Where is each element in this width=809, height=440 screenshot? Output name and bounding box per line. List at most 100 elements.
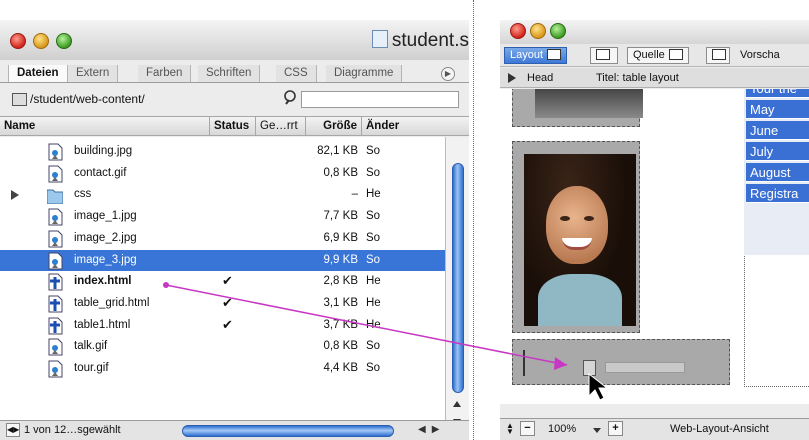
close-button[interactable] [10, 33, 26, 49]
file-list: building.jpg 82,1 KB So contact.gif 0,8 KB So… [0, 137, 445, 420]
column-size[interactable]: Größe [306, 117, 362, 135]
preview-button[interactable]: Vorscha [740, 49, 780, 61]
divider [473, 0, 474, 440]
column-name[interactable]: Name [0, 117, 210, 135]
file-row[interactable]: tour.gif 4,4 KB So [0, 358, 445, 380]
image-file-icon [48, 165, 63, 183]
site-folder-icon[interactable] [12, 93, 27, 106]
file-size: 0,8 KB [323, 340, 358, 353]
disclosure-triangle-icon[interactable] [508, 73, 516, 83]
horizontal-scroll-thumb[interactable] [182, 425, 394, 437]
panel-menu-icon[interactable]: ▶ [441, 67, 455, 81]
folder-row[interactable]: css – He [0, 184, 445, 206]
view-mode-label[interactable]: Web-Layout-Ansicht [670, 423, 769, 435]
nav-column: Tour the May June July August Registra [744, 89, 809, 255]
file-row[interactable]: image_1.jpg 7,7 KB So [0, 206, 445, 228]
stepper-icon[interactable]: ▲ ▼ [506, 422, 516, 436]
file-size: 3,1 KB [323, 296, 358, 309]
tab-remote[interactable]: Extern [68, 65, 119, 82]
file-name: image_3.jpg [74, 253, 137, 266]
expand-panel-icon[interactable]: ◀▶ [6, 423, 20, 437]
document-toolbar: Layout Quelle Vorscha [500, 44, 809, 67]
doc-zoom-button[interactable] [550, 23, 566, 39]
column-modified[interactable]: Änder [362, 117, 469, 135]
split-view-button[interactable] [590, 47, 618, 64]
doc-minimize-button[interactable] [530, 23, 546, 39]
zoom-in-button[interactable]: + [608, 421, 623, 436]
code-view-button[interactable] [706, 47, 730, 64]
vertical-scrollbar[interactable] [445, 137, 469, 425]
file-row[interactable]: image_3.jpg 9,9 KB So [0, 249, 445, 272]
file-name: image_2.jpg [74, 231, 137, 244]
zoom-level[interactable]: 100% [548, 423, 576, 435]
current-path[interactable]: /student/web-content/ [30, 92, 145, 106]
layout-canvas[interactable]: Tour the May June July August Registra [500, 89, 809, 404]
search-icon[interactable] [283, 89, 300, 106]
layout-cell-drop-target[interactable] [512, 339, 730, 385]
file-row[interactable]: talk.gif 0,8 KB So [0, 336, 445, 358]
zoom-button[interactable] [56, 33, 72, 49]
modified-date: He [366, 188, 381, 201]
tab-css[interactable]: CSS [276, 65, 317, 82]
file-name: table1.html [74, 318, 131, 331]
page-title-label[interactable]: Titel: table layout [596, 72, 679, 84]
search-input[interactable] [301, 91, 459, 108]
layout-cell-photo[interactable] [512, 141, 640, 333]
nav-item-august[interactable]: August [746, 163, 809, 182]
tab-colors[interactable]: Farben [138, 65, 192, 82]
panel-tabs: Dateien Extern Farben Schriften CSS Diag… [0, 64, 469, 83]
layout-icon [547, 49, 562, 60]
zoom-out-button[interactable]: − [520, 421, 535, 436]
horizontal-scroll-arrows[interactable]: ◀▶ [418, 424, 445, 435]
file-row[interactable]: image_2.jpg 6,9 KB So [0, 228, 445, 250]
image-placeholder-field [605, 362, 685, 373]
tab-files[interactable]: Dateien [8, 65, 68, 82]
scroll-thumb[interactable] [452, 163, 464, 393]
selection-status: 1 von 12…sgewählt [24, 424, 121, 436]
code-icon [712, 49, 726, 60]
file-size: 82,1 KB [317, 145, 358, 157]
expand-folder-icon[interactable] [11, 190, 19, 201]
files-status-bar: ◀▶ 1 von 12…sgewählt ◀▶ [0, 420, 469, 440]
layout-cell-top[interactable] [512, 89, 643, 127]
nav-item-may[interactable]: May [746, 100, 809, 119]
column-locked[interactable]: Ge…rrt [256, 117, 306, 135]
tab-fonts[interactable]: Schriften [198, 65, 261, 82]
doc-close-button[interactable] [510, 23, 526, 39]
file-name: talk.gif [74, 340, 108, 353]
nav-item-tour[interactable]: Tour the [746, 89, 809, 98]
source-view-button[interactable]: Quelle [627, 47, 689, 64]
tab-charts[interactable]: Diagramme [326, 65, 403, 82]
nav-item-july[interactable]: July [746, 142, 809, 161]
minimize-button[interactable] [33, 33, 49, 49]
zoom-dropdown-icon[interactable] [593, 428, 601, 433]
nav-item-june[interactable]: June [746, 121, 809, 140]
file-size: – [351, 188, 358, 201]
html-file-icon [48, 317, 63, 335]
modified-date: So [366, 253, 381, 266]
image-file-icon [48, 252, 63, 269]
file-row[interactable]: contact.gif 0,8 KB So [0, 163, 445, 185]
file-row[interactable]: table1.html ✔ 3,7 KB He [0, 315, 445, 337]
text-icon [668, 49, 683, 60]
shirt [538, 274, 622, 326]
window-title: student.s [371, 30, 469, 52]
modified-date: He [366, 318, 381, 331]
file-size: 6,9 KB [323, 231, 358, 244]
file-row[interactable]: table_grid.html ✔ 3,1 KB He [0, 293, 445, 315]
head-bar: Head Titel: table layout [500, 68, 809, 88]
layout-view-button[interactable]: Layout [504, 47, 568, 64]
files-titlebar[interactable]: student.s [0, 20, 469, 60]
scroll-up-icon[interactable] [453, 401, 461, 407]
modified-date: So [366, 166, 381, 179]
document-status-bar: ▲ ▼ − 100% + Web-Layout-Ansicht [500, 418, 809, 440]
nav-item-registration[interactable]: Registra [746, 184, 809, 203]
file-size: 0,8 KB [323, 166, 358, 179]
file-name: table_grid.html [74, 296, 150, 309]
file-row[interactable]: building.jpg 82,1 KB So [0, 141, 445, 163]
column-status[interactable]: Status [210, 117, 256, 135]
document-titlebar[interactable] [500, 20, 809, 44]
file-size: 3,7 KB [323, 318, 358, 331]
checked-in-icon: ✔ [222, 273, 233, 289]
file-row[interactable]: index.html ✔ 2,8 KB He [0, 271, 445, 293]
